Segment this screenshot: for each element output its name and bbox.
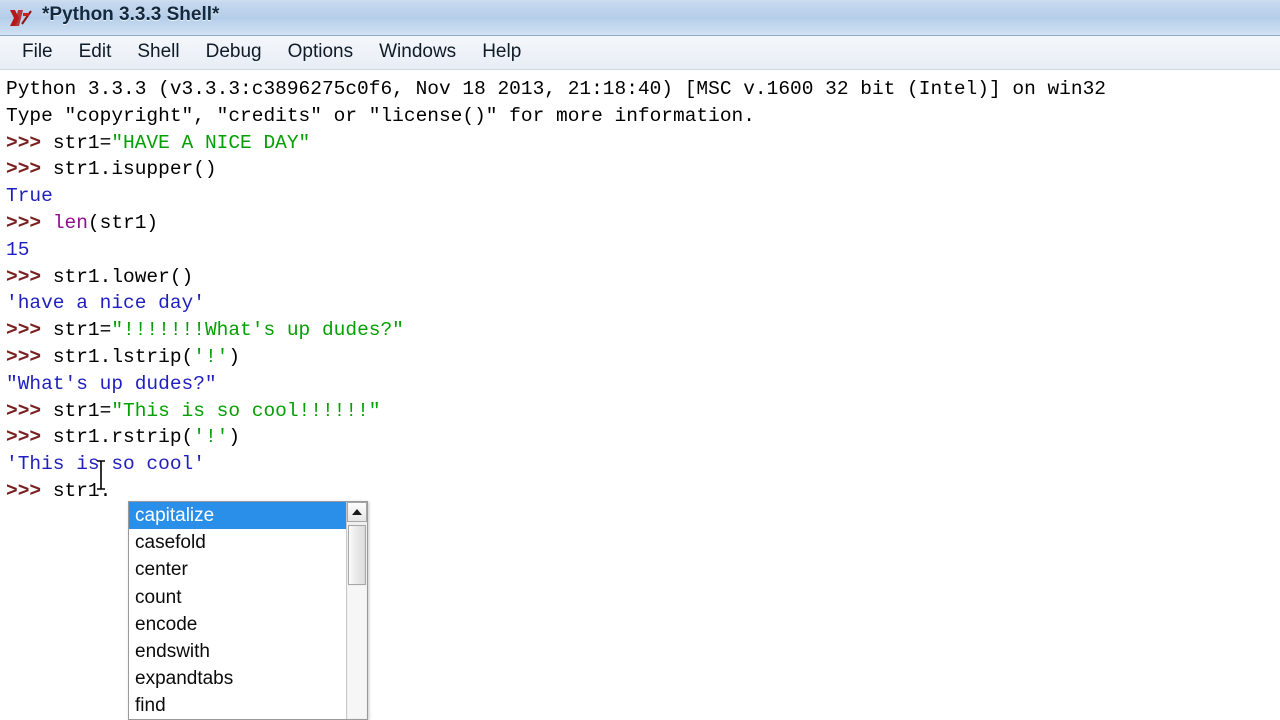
menu-item-file[interactable]: File — [11, 39, 64, 66]
shell-segment-plain: str1.rstrip( — [52, 426, 194, 449]
shell-segment-string: '!' — [193, 426, 229, 449]
autocomplete-popup[interactable]: capitalize casefold center count encode endsw… — [128, 501, 368, 720]
shell-line-banner-version: Python 3.3.3 (v3.3.3:c3896275c0f6, Nov 1… — [6, 76, 1280, 103]
scrollbar-thumb[interactable] — [348, 525, 366, 585]
shell-segment-builtin: len — [52, 211, 88, 234]
shell-segment-plain: ) — [228, 426, 241, 449]
shell-segment-output: 'This is so cool' — [6, 453, 205, 476]
shell-line-output-whats-up-dudes: "What's up dudes?" — [6, 371, 1280, 398]
caret-up-icon — [352, 509, 362, 515]
title-bar: *Python 3.3.3 Shell* — [0, 0, 1280, 36]
shell-line-input-lower: >>> str1.lower() — [6, 264, 1280, 291]
shell-segment-plain: str1.lstrip( — [52, 345, 194, 368]
autocomplete-item-capitalize[interactable]: capitalize — [129, 502, 348, 530]
shell-segment-plain: str1. — [52, 479, 112, 502]
shell-segment-prompt: >>> — [6, 479, 53, 502]
shell-segment-plain: Type "copyright", "credits" or "license(… — [6, 104, 755, 127]
shell-line-input-len: >>> len(str1) — [6, 210, 1280, 237]
shell-segment-output: 'have a nice day' — [6, 292, 205, 315]
menu-bar: File Edit Shell Debug Options Windows Help — [0, 36, 1280, 70]
shell-segment-string: '!' — [193, 345, 229, 368]
idle-shell-window: *Python 3.3.3 Shell* File Edit Shell Debug O… — [0, 0, 1280, 720]
scroll-up-button[interactable] — [347, 502, 367, 522]
menu-item-edit[interactable]: Edit — [68, 39, 123, 66]
shell-segment-output: True — [6, 185, 53, 208]
shell-segment-string: "!!!!!!!What's up dudes?" — [111, 319, 404, 342]
autocomplete-list[interactable]: capitalize casefold center count encode endsw… — [129, 502, 348, 719]
menu-item-options[interactable]: Options — [277, 39, 364, 66]
autocomplete-item-find[interactable]: find — [129, 692, 348, 719]
shell-line-input-isupper: >>> str1.isupper() — [6, 156, 1280, 183]
shell-line-input-rstrip: >>> str1.rstrip('!') — [6, 424, 1280, 451]
shell-segment-output: 15 — [6, 238, 30, 261]
autocomplete-item-casefold[interactable]: casefold — [129, 529, 348, 556]
shell-line-output-15: 15 — [6, 237, 1280, 264]
shell-line-banner-help: Type "copyright", "credits" or "license(… — [6, 103, 1280, 130]
shell-line-output-true: True — [6, 183, 1280, 210]
menu-item-help[interactable]: Help — [471, 39, 532, 66]
autocomplete-scrollbar[interactable] — [346, 502, 367, 719]
autocomplete-item-expandtabs[interactable]: expandtabs — [129, 665, 348, 692]
shell-segment-prompt: >>> — [6, 211, 53, 234]
shell-segment-plain: str1= — [52, 399, 112, 422]
autocomplete-item-count[interactable]: count — [129, 584, 348, 611]
shell-line-output-have-a-nice-day: 'have a nice day' — [6, 290, 1280, 317]
shell-segment-plain: str1= — [52, 131, 112, 154]
shell-line-input-assign-have-a-nice-day: >>> str1="HAVE A NICE DAY" — [6, 130, 1280, 157]
shell-segment-plain: Python 3.3.3 (v3.3.3:c3896275c0f6, Nov 1… — [6, 78, 1106, 100]
shell-segment-plain: ) — [228, 345, 241, 368]
shell-segment-plain: str1.isupper() — [52, 158, 217, 181]
shell-line-output-this-is-so-cool: 'This is so cool' — [6, 451, 1280, 478]
autocomplete-item-encode[interactable]: encode — [129, 611, 348, 638]
menu-item-windows[interactable]: Windows — [368, 39, 467, 66]
shell-segment-prompt: >>> — [6, 265, 53, 288]
shell-segment-output: "What's up dudes?" — [6, 372, 217, 395]
shell-segment-prompt: >>> — [6, 158, 53, 181]
shell-segment-prompt: >>> — [6, 131, 53, 154]
shell-line-input-assign-this-is-so-cool: >>> str1="This is so cool!!!!!!" — [6, 398, 1280, 425]
autocomplete-item-endswith[interactable]: endswith — [129, 638, 348, 665]
window-title: *Python 3.3.3 Shell* — [42, 4, 220, 25]
menu-item-debug[interactable]: Debug — [195, 39, 273, 66]
shell-segment-plain: str1= — [52, 319, 112, 342]
shell-line-input-lstrip: >>> str1.lstrip('!') — [6, 344, 1280, 371]
menu-item-shell[interactable]: Shell — [126, 39, 190, 66]
scrollbar-track[interactable] — [348, 586, 366, 718]
shell-segment-string: "This is so cool!!!!!!" — [111, 399, 381, 422]
shell-segment-plain: (str1) — [87, 211, 159, 234]
autocomplete-item-center[interactable]: center — [129, 556, 348, 583]
shell-segment-plain: str1.lower() — [52, 265, 194, 288]
shell-segment-prompt: >>> — [6, 319, 53, 342]
shell-line-input-assign-whats-up-dudes: >>> str1="!!!!!!!What's up dudes?" — [6, 317, 1280, 344]
shell-segment-prompt: >>> — [6, 399, 53, 422]
shell-segment-prompt: >>> — [6, 426, 53, 449]
shell-segment-prompt: >>> — [6, 345, 53, 368]
python-idle-icon — [9, 7, 33, 29]
shell-segment-string: "HAVE A NICE DAY" — [111, 131, 311, 154]
